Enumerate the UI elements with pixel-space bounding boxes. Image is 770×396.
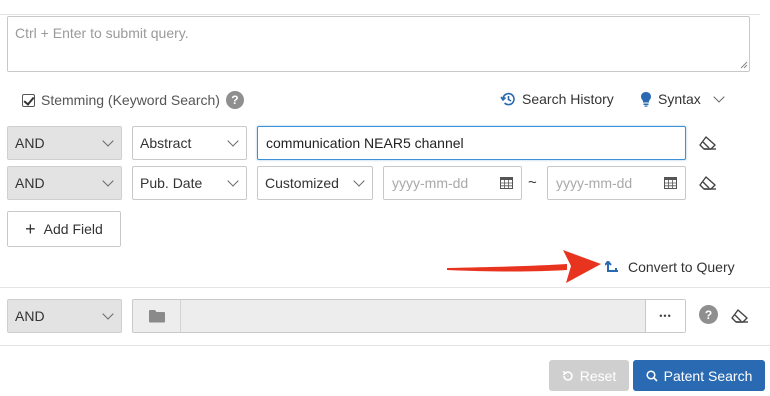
row1-field-value: Abstract: [140, 135, 192, 151]
row2-operator-value: AND: [15, 175, 45, 191]
lightbulb-icon: [641, 92, 651, 107]
row1-operator-value: AND: [15, 135, 45, 151]
eraser-icon[interactable]: [731, 309, 749, 323]
date-to-input[interactable]: yyyy-mm-dd: [547, 166, 686, 200]
more-options-button[interactable]: •••: [645, 300, 685, 332]
help-icon[interactable]: ?: [225, 91, 244, 109]
row1-value-text: communication NEAR5 channel: [266, 135, 464, 151]
row2-date-mode-value: Customized: [265, 175, 339, 191]
chevron-down-icon: [227, 175, 239, 187]
row2-field-value: Pub. Date: [140, 175, 203, 191]
stemming-label[interactable]: Stemming (Keyword Search): [41, 92, 220, 108]
row1-value-input[interactable]: communication NEAR5 channel: [257, 126, 686, 160]
date-from-placeholder: yyyy-mm-dd: [392, 175, 469, 191]
add-field-label: Add Field: [43, 221, 103, 237]
reset-button[interactable]: Reset: [549, 360, 629, 391]
history-icon: [500, 92, 515, 106]
folder-path-field[interactable]: [181, 300, 645, 332]
calendar-icon[interactable]: [500, 177, 513, 189]
date-to-placeholder: yyyy-mm-dd: [556, 175, 633, 191]
reset-label: Reset: [579, 367, 617, 384]
row2-field-select[interactable]: Pub. Date: [132, 166, 247, 200]
query-textarea[interactable]: [7, 16, 750, 72]
search-history-label: Search History: [522, 91, 614, 107]
red-arrow-annotation: [447, 250, 601, 283]
more-dots-icon: •••: [659, 311, 672, 321]
search-icon: [646, 369, 658, 382]
stemming-option: Stemming (Keyword Search) ?: [22, 90, 244, 110]
resize-grip-icon[interactable]: [740, 61, 748, 69]
chevron-down-icon: [713, 91, 725, 103]
folder-help-icon[interactable]: ?: [699, 305, 718, 324]
date-from-input[interactable]: yyyy-mm-dd: [383, 166, 522, 200]
top-divider: [0, 0, 760, 15]
date-range-separator: ~: [528, 174, 537, 191]
syntax-dropdown[interactable]: Syntax: [640, 89, 725, 109]
convert-to-query-link[interactable]: Convert to Query: [605, 258, 735, 276]
calendar-icon[interactable]: [664, 177, 677, 189]
patent-search-label: Patent Search: [663, 367, 753, 384]
plus-icon: +: [25, 219, 36, 239]
add-field-button[interactable]: + Add Field: [7, 211, 121, 247]
chevron-down-icon: [102, 135, 114, 147]
folder-icon: [148, 310, 165, 323]
folder-button[interactable]: [133, 300, 181, 332]
reset-icon: [562, 370, 573, 381]
chevron-down-icon: [353, 175, 365, 187]
chevron-down-icon: [227, 135, 239, 147]
stemming-checkbox[interactable]: [22, 93, 35, 107]
folder-operator-value: AND: [15, 308, 45, 324]
search-history-link[interactable]: Search History: [500, 89, 614, 109]
eraser-icon[interactable]: [699, 176, 717, 190]
syntax-label: Syntax: [658, 91, 701, 107]
row1-field-select[interactable]: Abstract: [132, 126, 247, 160]
folder-operator-select[interactable]: AND: [7, 299, 122, 333]
row2-date-mode-select[interactable]: Customized: [257, 166, 373, 200]
section-divider: [0, 287, 770, 288]
convert-arrow-icon: [605, 260, 618, 272]
folder-picker[interactable]: •••: [132, 299, 686, 333]
patent-search-button[interactable]: Patent Search: [633, 360, 765, 391]
convert-to-query-label: Convert to Query: [628, 259, 735, 275]
footer-divider: [0, 345, 770, 346]
chevron-down-icon: [102, 308, 114, 320]
row1-operator-select[interactable]: AND: [7, 126, 122, 160]
chevron-down-icon: [102, 175, 114, 187]
eraser-icon[interactable]: [699, 136, 717, 150]
row2-operator-select[interactable]: AND: [7, 166, 122, 200]
